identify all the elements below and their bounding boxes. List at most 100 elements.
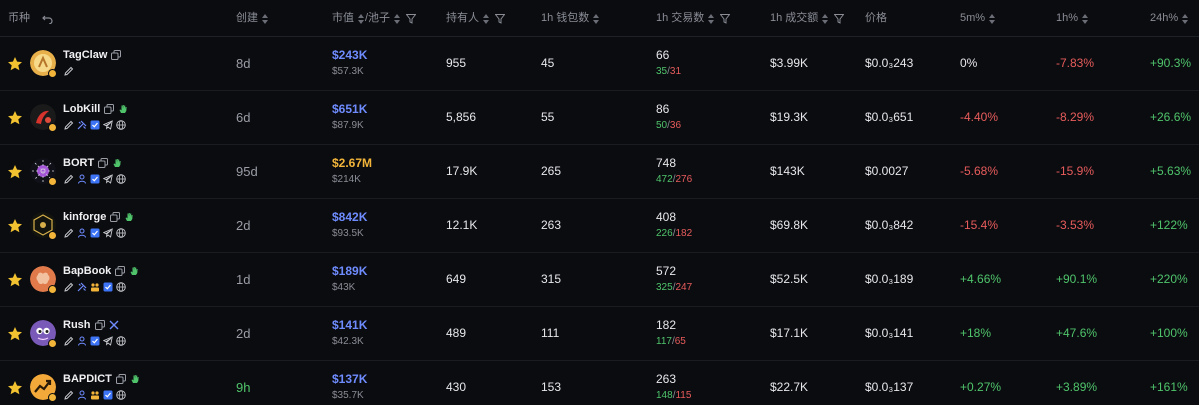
undo-icon[interactable] (42, 14, 54, 24)
holders-count: 17.9K (446, 164, 478, 178)
copy-icon[interactable] (95, 320, 105, 330)
holders-count: 430 (446, 380, 467, 394)
token-name[interactable]: BORT (63, 157, 122, 169)
globe-icon[interactable] (116, 120, 126, 130)
copy-icon[interactable] (116, 374, 126, 384)
group-icon[interactable] (90, 282, 100, 292)
globe-icon[interactable] (116, 174, 126, 184)
edit-icon[interactable] (64, 336, 74, 346)
header-created[interactable]: 创建 (236, 0, 268, 37)
filter-icon[interactable] (834, 13, 845, 24)
telegram-icon[interactable] (103, 120, 113, 130)
edit-icon[interactable] (64, 66, 74, 76)
social-icons (64, 228, 126, 238)
header-wallets[interactable]: 1h 钱包数 (541, 0, 600, 37)
tx-split: 35/31 (656, 66, 682, 77)
chain-badge (48, 123, 57, 132)
sort-icon[interactable] (708, 13, 715, 24)
header-tx[interactable]: 1h 交易数 (656, 0, 731, 37)
filter-icon[interactable] (720, 13, 731, 24)
verified-icon[interactable] (90, 336, 100, 346)
filter-icon[interactable] (495, 13, 505, 24)
price: $0.0₃189 (865, 272, 914, 286)
sort-icon[interactable] (483, 13, 489, 24)
header-5m[interactable]: 5m% (960, 0, 996, 37)
group-icon[interactable] (90, 390, 100, 400)
tx-split: 117/65 (656, 336, 686, 347)
edit-icon[interactable] (64, 228, 74, 238)
sort-icon[interactable] (593, 13, 600, 24)
table-row[interactable]: BapBook 1d $189K $43K 649 315 572 325/24… (0, 253, 1199, 307)
verified-icon[interactable] (103, 390, 113, 400)
copy-icon[interactable] (111, 50, 121, 60)
star-icon[interactable] (7, 218, 23, 234)
header-holders[interactable]: 持有人 (446, 0, 505, 37)
star-icon[interactable] (7, 326, 23, 342)
token-name[interactable]: LobKill (63, 103, 128, 115)
sort-icon[interactable] (1182, 13, 1189, 24)
user-icon[interactable] (77, 228, 87, 238)
globe-icon[interactable] (116, 228, 126, 238)
copy-icon[interactable] (104, 104, 114, 114)
globe-icon[interactable] (116, 282, 126, 292)
sort-icon[interactable] (1082, 13, 1089, 24)
tools-icon[interactable] (77, 120, 87, 130)
market-cap: $651K (332, 102, 368, 116)
user-icon[interactable] (77, 174, 87, 184)
telegram-icon[interactable] (103, 336, 113, 346)
sort-icon[interactable] (358, 13, 364, 24)
token-name[interactable]: BAPDICT (63, 373, 140, 385)
sort-icon[interactable] (989, 13, 996, 24)
sort-icon[interactable] (822, 13, 829, 24)
header-vol[interactable]: 1h 成交额 (770, 0, 845, 37)
header-mcap[interactable]: 市值 /池子 (332, 0, 417, 37)
filter-icon[interactable] (406, 13, 417, 24)
copy-icon[interactable] (98, 158, 108, 168)
telegram-icon[interactable] (103, 174, 113, 184)
star-icon[interactable] (7, 110, 23, 126)
token-name[interactable]: Rush (63, 319, 119, 331)
tx-count: 182 (656, 318, 677, 332)
table-row[interactable]: TagClaw 8d $243K $57.3K 955 45 66 35/31 … (0, 37, 1199, 91)
table-row[interactable]: BAPDICT 9h $137K $35.7K 430 153 263 148/… (0, 361, 1199, 405)
edit-icon[interactable] (64, 120, 74, 130)
user-icon[interactable] (77, 336, 87, 346)
globe-icon[interactable] (116, 390, 126, 400)
copy-icon[interactable] (115, 266, 125, 276)
wallets-count: 263 (541, 218, 562, 232)
sort-icon[interactable] (394, 13, 401, 24)
star-icon[interactable] (7, 56, 23, 72)
star-icon[interactable] (7, 164, 23, 180)
header-1h[interactable]: 1h% (1056, 0, 1089, 37)
header-24h[interactable]: 24h% (1150, 0, 1189, 37)
verified-icon[interactable] (90, 174, 100, 184)
table-row[interactable]: kinforge 2d $842K $93.5K 12.1K 263 408 2… (0, 199, 1199, 253)
table-row[interactable]: BORT 95d $2.67M $214K 17.9K 265 748 472/… (0, 145, 1199, 199)
telegram-icon[interactable] (103, 228, 113, 238)
header-coin[interactable]: 币种 (8, 0, 54, 37)
verified-icon[interactable] (90, 228, 100, 238)
token-name[interactable]: BapBook (63, 265, 139, 277)
globe-icon[interactable] (116, 336, 126, 346)
verified-icon[interactable] (103, 282, 113, 292)
table-row[interactable]: LobKill 6d $651K $87.9K 5,856 55 86 50/3… (0, 91, 1199, 145)
sort-icon[interactable] (262, 13, 268, 24)
verified-icon[interactable] (90, 120, 100, 130)
change-24h: +26.6% (1150, 110, 1192, 124)
tools-icon[interactable] (77, 282, 87, 292)
price: $0.0₃141 (865, 326, 914, 340)
token-name[interactable]: TagClaw (63, 49, 121, 61)
user-icon[interactable] (77, 390, 87, 400)
edit-icon[interactable] (64, 174, 74, 184)
edit-icon[interactable] (64, 390, 74, 400)
star-icon[interactable] (7, 272, 23, 288)
table-row[interactable]: Rush 2d $141K $42.3K 489 111 182 117/65 … (0, 307, 1199, 361)
chain-badge (48, 69, 57, 78)
created-age: 9h (236, 380, 251, 395)
copy-icon[interactable] (110, 212, 120, 222)
star-icon[interactable] (7, 380, 23, 396)
created-age: 6d (236, 110, 251, 125)
change-1h: -7.83% (1056, 56, 1095, 70)
token-name[interactable]: kinforge (63, 211, 134, 223)
edit-icon[interactable] (64, 282, 74, 292)
